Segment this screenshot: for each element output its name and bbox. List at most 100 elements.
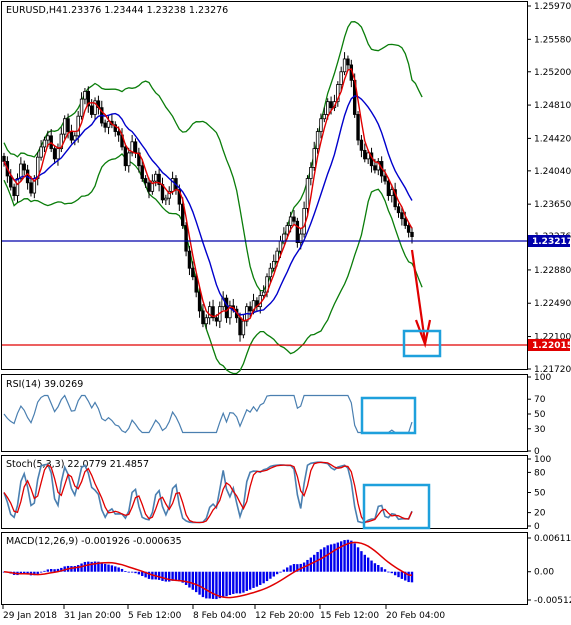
candle-body bbox=[133, 141, 138, 154]
macd-bar bbox=[323, 547, 326, 572]
macd-bar bbox=[235, 571, 238, 594]
macd-bar bbox=[356, 547, 360, 572]
stoch-title: Stoch(5,3,3) 22.0779 21.4857 bbox=[6, 459, 149, 470]
macd-bar bbox=[380, 567, 383, 572]
macd-tick-label: -0.005126 bbox=[534, 596, 571, 606]
candle-body bbox=[76, 115, 80, 137]
candle-body bbox=[403, 218, 407, 226]
candle-body bbox=[282, 233, 286, 242]
candle-body bbox=[123, 146, 128, 167]
candle-body bbox=[342, 58, 347, 73]
target-price-tag-text: 1.22015 bbox=[532, 341, 571, 351]
candle-body bbox=[12, 186, 16, 197]
candle-body bbox=[410, 231, 414, 238]
macd-bar bbox=[211, 571, 215, 599]
macd-bar bbox=[218, 571, 222, 599]
candle-body bbox=[261, 291, 266, 296]
macd-bar bbox=[76, 565, 80, 572]
candle-body bbox=[22, 163, 26, 171]
candle-body bbox=[79, 98, 84, 117]
macd-bar bbox=[225, 571, 228, 597]
macd-bar bbox=[39, 571, 43, 573]
macd-bar bbox=[329, 544, 333, 572]
candle-body bbox=[285, 225, 289, 235]
candle-body bbox=[204, 317, 209, 325]
candle-body bbox=[201, 310, 205, 325]
rsi-title: RSI(14) 39.0269 bbox=[6, 379, 83, 390]
macd-bar bbox=[164, 571, 168, 582]
macd-tick-label: 0.00 bbox=[534, 568, 554, 578]
macd-bar bbox=[286, 567, 289, 572]
macd-bar bbox=[127, 571, 130, 573]
time-tick-label: 20 Feb 04:00 bbox=[386, 611, 445, 621]
macd-bar bbox=[114, 566, 117, 572]
candle-body bbox=[147, 182, 151, 192]
macd-bar bbox=[103, 563, 107, 572]
candle-body bbox=[363, 149, 367, 160]
candle-body bbox=[329, 101, 333, 109]
macd-bar bbox=[238, 571, 242, 594]
time-tick-label: 29 Jan 2018 bbox=[3, 611, 57, 621]
candle-body bbox=[356, 114, 360, 141]
candle-body bbox=[292, 216, 296, 222]
macd-bar bbox=[232, 571, 235, 594]
macd-bar bbox=[188, 571, 191, 588]
macd-bar bbox=[326, 545, 329, 572]
candle-body bbox=[339, 71, 343, 85]
candle-body bbox=[359, 139, 364, 151]
macd-bar bbox=[360, 551, 363, 572]
macd-bar bbox=[333, 543, 336, 572]
macd-bar bbox=[221, 571, 225, 597]
price-tick-label: 1.23650 bbox=[534, 200, 571, 210]
macd-bar bbox=[194, 571, 198, 593]
macd-bar bbox=[319, 549, 323, 572]
candle-body bbox=[248, 306, 252, 312]
price-tick-label: 1.25580 bbox=[534, 35, 571, 45]
price-tick-label: 1.24810 bbox=[534, 101, 571, 111]
candle-body bbox=[15, 178, 20, 197]
price-tick-label: 1.25200 bbox=[534, 68, 571, 78]
trading-chart[interactable]: EURUSD,H4 1.23376 1.23444 1.23238 1.2327… bbox=[0, 0, 571, 625]
candle-body bbox=[390, 189, 394, 197]
macd-bar bbox=[245, 571, 248, 591]
candle-body bbox=[39, 146, 43, 158]
macd-bar bbox=[400, 571, 404, 579]
candle-body bbox=[197, 291, 202, 312]
candle-body bbox=[302, 208, 306, 235]
rsi-tick-label: 70 bbox=[534, 395, 546, 405]
macd-bar bbox=[46, 569, 50, 572]
candle-body bbox=[238, 317, 242, 336]
macd-bar bbox=[387, 571, 390, 573]
macd-bar bbox=[350, 540, 353, 572]
candle-body bbox=[207, 306, 212, 319]
candle-body bbox=[312, 148, 316, 168]
macd-bar bbox=[100, 562, 103, 572]
macd-bar bbox=[120, 568, 124, 572]
candle-body bbox=[214, 317, 219, 322]
macd-bar bbox=[275, 571, 279, 575]
stoch-tick-label: 50 bbox=[534, 489, 546, 499]
macd-bar bbox=[110, 565, 114, 572]
stoch-tick-label: 100 bbox=[534, 455, 551, 465]
macd-bar bbox=[80, 563, 83, 572]
macd-bar bbox=[269, 571, 272, 579]
candle-body bbox=[46, 135, 50, 141]
candle-body bbox=[322, 114, 327, 120]
macd-bar bbox=[184, 571, 188, 585]
candle-body bbox=[275, 250, 279, 262]
macd-bar bbox=[130, 571, 134, 573]
candle-body bbox=[319, 118, 323, 132]
macd-bar bbox=[161, 571, 164, 581]
macd-bar bbox=[259, 571, 262, 585]
macd-bar bbox=[407, 571, 410, 583]
candle-body bbox=[396, 206, 401, 214]
candle-body bbox=[62, 118, 67, 135]
candle-body bbox=[116, 131, 121, 136]
candle-body bbox=[383, 175, 387, 182]
candle-body bbox=[29, 182, 33, 194]
stoch-tick-label: 0 bbox=[534, 522, 540, 532]
rsi-tick-label: 30 bbox=[534, 425, 546, 435]
macd-bar bbox=[316, 551, 319, 572]
candle-body bbox=[326, 101, 330, 115]
candle-body bbox=[73, 135, 77, 141]
